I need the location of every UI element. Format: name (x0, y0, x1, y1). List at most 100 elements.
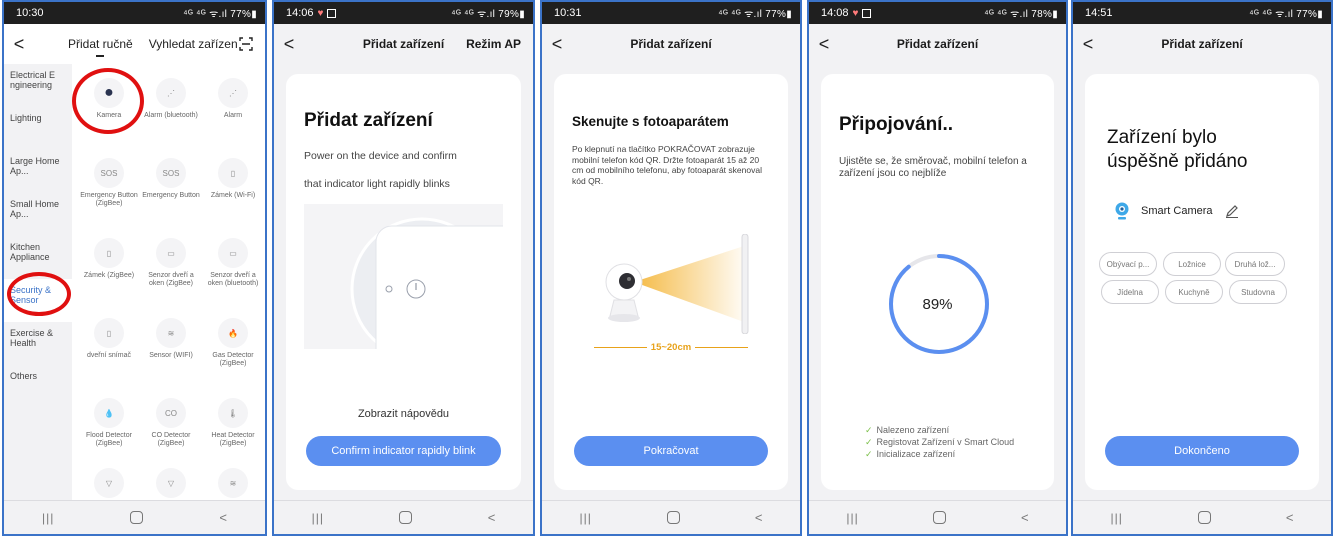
home-icon[interactable] (130, 511, 144, 524)
device-label: Gas Detector (ZigBee) (212, 352, 254, 367)
success-heading: Zařízení bylo úspěšně přidáno (1107, 127, 1248, 172)
room-chip[interactable]: Druhá lož... (1225, 252, 1285, 276)
back-arrow-icon[interactable]: < (4, 34, 34, 55)
phone-connecting: 14:08 ♥ ⁴ᴳ ⁴ᴳ ᯤ.ıl 78%▮ < Přidat zařízení… (807, 0, 1068, 536)
category-item[interactable]: Large Home Ap... (4, 150, 72, 193)
home-icon[interactable] (933, 511, 947, 524)
sos-icon: SOS (94, 158, 124, 188)
android-navbar: ||| < (274, 500, 533, 534)
recent-apps-icon[interactable]: ||| (846, 511, 858, 525)
tab-add-manually[interactable]: Přidat ručně (68, 37, 133, 57)
category-item[interactable]: Small Home Ap... (4, 193, 72, 236)
category-item[interactable]: Lighting (4, 107, 72, 150)
lock-icon: ▯ (218, 158, 248, 188)
scan-icon[interactable] (239, 37, 253, 51)
status-bar: 10:31 ⁴ᴳ ⁴ᴳ ᯤ.ıl 77%▮ (542, 2, 800, 24)
pir-icon: ▽ (94, 468, 124, 498)
lock-icon: ▯ (94, 238, 124, 268)
alarm-icon: ⋰ (156, 78, 186, 108)
back-icon[interactable]: < (755, 510, 763, 525)
category-item[interactable]: Others (4, 365, 72, 408)
room-chip[interactable]: Kuchyně (1165, 280, 1223, 304)
highlight-ring-security (7, 272, 71, 316)
smoke-icon: ≋ (218, 468, 248, 498)
device-tile[interactable]: CO CO Detector (ZigBee) (140, 398, 202, 448)
home-icon[interactable] (1197, 511, 1211, 524)
door-sensor-icon: ▯ (94, 318, 124, 348)
connection-step: ✓ Nalezeno zařízení (865, 425, 950, 435)
phone-add-manually: 10:30 ⁴ᴳ ⁴ᴳ ᯤ.ıl 77%▮ < Přidat ručně Vyh… (2, 0, 267, 536)
device-tile[interactable]: ▭ Senzor dveří a oken (bluetooth) (202, 238, 264, 288)
device-tile[interactable]: 🌡 Heat Detector (ZigBee) (202, 398, 264, 448)
distance-label: 15~20cm (554, 342, 788, 353)
device-tile[interactable]: ▯ dveřní snímač (78, 318, 140, 360)
back-arrow-icon[interactable]: < (809, 34, 839, 55)
device-tile[interactable]: 💧 Flood Detector (ZigBee) (78, 398, 140, 448)
device-tile[interactable]: ⋰ Alarm (202, 78, 264, 120)
instruction-line-2: that indicator light rapidly blinks (304, 178, 450, 190)
home-icon[interactable] (666, 511, 680, 524)
recent-apps-icon[interactable]: ||| (1111, 511, 1123, 525)
ap-mode-link[interactable]: Režim AP (466, 37, 521, 51)
recent-apps-icon[interactable]: ||| (312, 511, 324, 525)
category-item[interactable]: Exercise & Health (4, 322, 72, 365)
category-item[interactable]: Electrical E ngineering (4, 64, 72, 107)
room-chip[interactable]: Obývací p... (1099, 252, 1157, 276)
connecting-hint: Ujistěte se, že směrovač, mobilní telefo… (839, 156, 1027, 179)
show-help-link[interactable]: Zobrazit nápovědu (286, 408, 521, 420)
device-tile[interactable]: ⋰ Alarm (bluetooth) (140, 78, 202, 120)
device-tile[interactable]: ≋ Sensor (WIFI) (140, 318, 202, 360)
device-label: CO Detector (ZigBee) (151, 432, 191, 447)
device-label: Alarm (223, 112, 243, 119)
back-arrow-icon[interactable]: < (542, 34, 572, 55)
device-tile[interactable]: SOS Emergency Button (140, 158, 202, 200)
connection-step: ✓ Inicializace zařízení (865, 449, 956, 459)
device-label: Senzor dveří a oken (ZigBee) (148, 272, 194, 287)
recent-apps-icon[interactable]: ||| (42, 511, 54, 525)
status-bar: 14:51 ⁴ᴳ ⁴ᴳ ᯤ.ıl 77%▮ (1073, 2, 1331, 24)
heading: Přidat zařízení (304, 110, 433, 131)
back-icon[interactable]: < (1286, 510, 1294, 525)
status-time: 14:51 (1085, 7, 1113, 19)
tab-search-devices[interactable]: Vyhledat zařízen (149, 37, 238, 51)
status-indicators: ⁴ᴳ ⁴ᴳ ᯤ.ıl 77%▮ (1249, 9, 1323, 20)
device-label: Emergency Button (142, 192, 200, 199)
device-label: Heat Detector (ZigBee) (211, 432, 255, 447)
thermometer-icon: 🌡 (218, 398, 248, 428)
heart-icon: ♥ (852, 7, 859, 19)
confirm-blink-button[interactable]: Confirm indicator rapidly blink (306, 436, 501, 466)
recent-apps-icon[interactable]: ||| (580, 511, 592, 525)
content-card: Přidat zařízení Power on the device and … (286, 74, 521, 490)
room-chip[interactable]: Studovna (1229, 280, 1287, 304)
alarm-icon: ⋰ (218, 78, 248, 108)
device-tile[interactable]: ▯ Zámek (ZigBee) (78, 238, 140, 280)
content-card: Skenujte s fotoaparátem Po klepnutí na t… (554, 74, 788, 490)
connection-step: ✓ Registovat Zařízení v Smart Cloud (865, 437, 1015, 447)
sos-icon: SOS (156, 158, 186, 188)
back-arrow-icon[interactable]: < (1073, 34, 1103, 55)
back-icon[interactable]: < (1021, 510, 1029, 525)
edit-pencil-icon[interactable] (1225, 204, 1239, 218)
device-tile[interactable]: SOS Emergency Button (ZigBee) (78, 158, 140, 208)
heading: Připojování.. (839, 114, 954, 135)
room-chip[interactable]: Ložnice (1163, 252, 1221, 276)
device-label: Zámek (ZigBee) (83, 272, 135, 279)
back-arrow-icon[interactable]: < (274, 34, 304, 55)
facebook-icon (862, 8, 872, 18)
device-illustration (304, 204, 503, 349)
door-sensor-icon: ▭ (218, 238, 248, 268)
status-bar: 14:06 ♥ ⁴ᴳ ⁴ᴳ ᯤ.ıl 79%▮ (274, 2, 533, 24)
device-tile[interactable]: ▭ Senzor dveří a oken (ZigBee) (140, 238, 202, 288)
back-icon[interactable]: < (488, 510, 496, 525)
device-tile[interactable]: ▯ Zámek (Wi-Fi) (202, 158, 264, 200)
done-button[interactable]: Dokončeno (1105, 436, 1299, 466)
scan-instructions: Po klepnutí na tlačítko POKRAČOVAT zobra… (572, 144, 762, 186)
room-chip[interactable]: Jídelna (1101, 280, 1159, 304)
back-icon[interactable]: < (219, 510, 227, 525)
home-icon[interactable] (399, 511, 413, 524)
status-bar: 14:08 ♥ ⁴ᴳ ⁴ᴳ ᯤ.ıl 78%▮ (809, 2, 1066, 24)
continue-button[interactable]: Pokračovat (574, 436, 768, 466)
device-tile[interactable]: 🔥 Gas Detector (ZigBee) (202, 318, 264, 368)
progress-percent: 89% (922, 296, 953, 313)
page-title: Přidat zařízení (896, 37, 979, 51)
